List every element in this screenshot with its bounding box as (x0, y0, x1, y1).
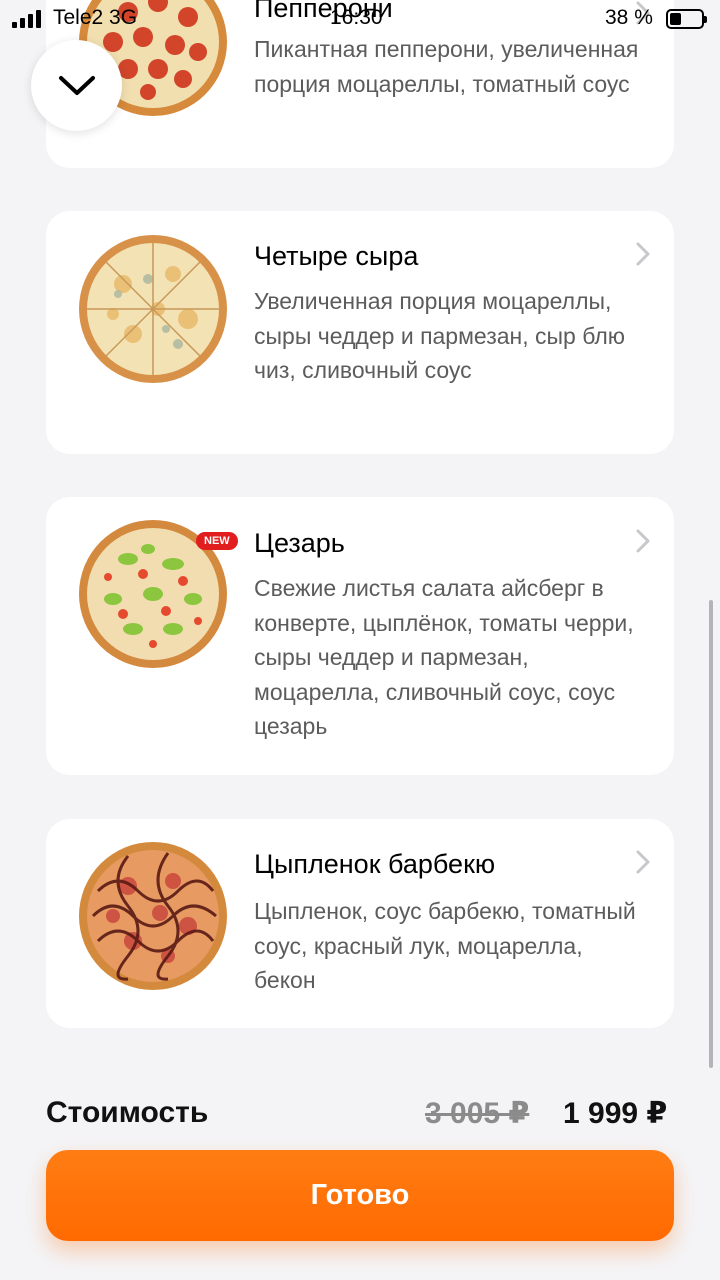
pizza-card-caesar[interactable]: NEW Цезарь Свежие листья салата айсберг … (46, 497, 674, 775)
chevron-right-icon (636, 529, 650, 553)
pizza-title: Четыре сыра (254, 241, 419, 271)
pizza-title: Цыпленок барбекю (254, 849, 496, 879)
chevron-down-icon (58, 75, 95, 95)
battery-percent: 38 % (605, 6, 653, 29)
done-button[interactable]: Готово (46, 1150, 674, 1241)
four-cheese-pizza-image (79, 235, 227, 383)
clock: 16:30 (330, 6, 383, 29)
pizza-description: Цыпленок, соус барбекю, томатный соус, к… (254, 898, 636, 993)
bbq-chicken-pizza-image (79, 842, 227, 990)
signal-icon (12, 10, 41, 28)
scrollbar[interactable] (709, 600, 713, 1068)
battery-icon (666, 9, 707, 29)
chevron-right-icon (636, 850, 650, 874)
footer: Стоимость 3 005 ₽ 1 999 ₽ Готово (0, 1070, 720, 1280)
new-badge: NEW (196, 532, 238, 550)
old-price: 3 005 ₽ (425, 1097, 530, 1130)
pizza-description: Пикантная пепперони, увеличенная порция … (254, 36, 639, 97)
pizza-card-bbq-chicken[interactable]: Цыпленок барбекю Цыпленок, соус барбекю,… (46, 819, 674, 1028)
pizza-title: Цезарь (254, 528, 345, 558)
total-price: 1 999 ₽ (563, 1097, 668, 1130)
pizza-card-four-cheese[interactable]: Четыре сыра Увеличенная порция моцареллы… (46, 211, 674, 454)
pizza-description: Увеличенная порция моцареллы, сыры чедде… (254, 288, 626, 383)
cost-label: Стоимость (46, 1096, 209, 1129)
status-bar: Tele2 3G 16:30 38 % (0, 0, 720, 40)
collapse-button[interactable] (31, 40, 122, 131)
carrier-label: Tele2 3G (53, 6, 138, 29)
chevron-right-icon (636, 242, 650, 266)
pizza-description: Свежие листья салата айсберг в конверте,… (254, 575, 634, 739)
